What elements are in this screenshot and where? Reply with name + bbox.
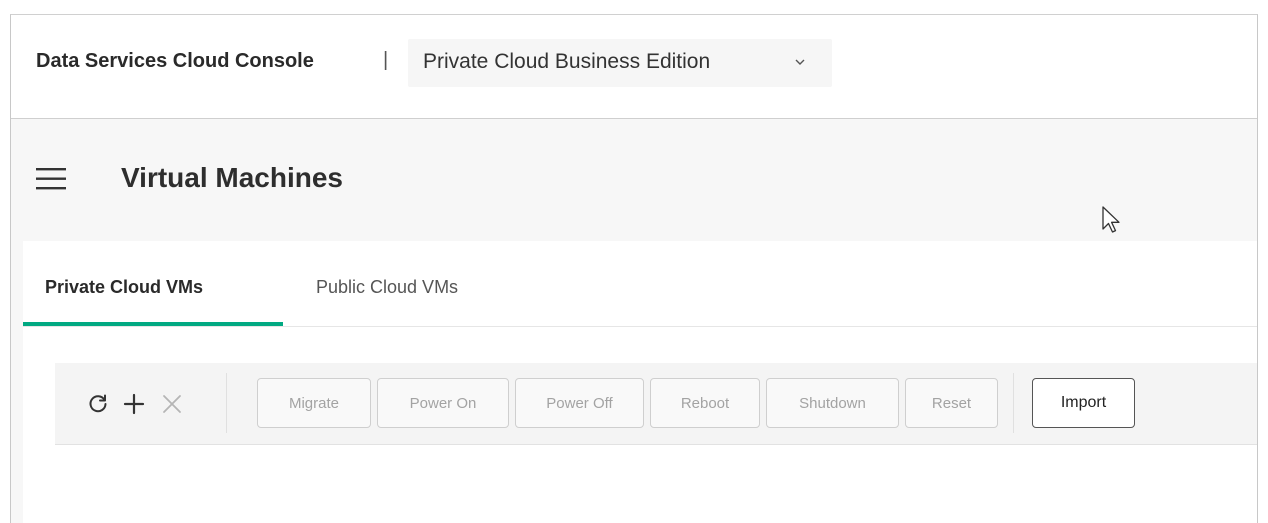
mouse-cursor-icon: [1102, 206, 1120, 233]
edition-select-label: Private Cloud Business Edition: [423, 50, 711, 73]
tab-public-cloud-vms[interactable]: Public Cloud VMs: [316, 277, 458, 298]
toolbar-divider: [226, 373, 227, 433]
power-off-button[interactable]: Power Off: [515, 378, 644, 428]
brand-separator: |: [383, 49, 389, 71]
power-on-button[interactable]: Power On: [377, 378, 509, 428]
page-title: Virtual Machines: [121, 162, 344, 193]
brand-title: Data Services Cloud Console: [36, 50, 314, 72]
vm-tabs: Private Cloud VMs Public Cloud VMs: [23, 241, 1257, 327]
migrate-button[interactable]: Migrate: [257, 378, 371, 428]
vm-toolbar: Migrate Power On Power Off Reboot Shutdo…: [55, 363, 1257, 445]
delete-icon[interactable]: [161, 393, 183, 415]
active-tab-indicator: [23, 322, 283, 326]
hamburger-menu-icon[interactable]: [36, 166, 68, 192]
top-header-bar: Data Services Cloud Console | Private Cl…: [11, 15, 1257, 119]
app-window: Data Services Cloud Console | Private Cl…: [10, 14, 1258, 523]
add-icon[interactable]: [123, 393, 145, 415]
page-header: Virtual Machines: [11, 119, 1257, 241]
vm-content-card: Private Cloud VMs Public Cloud VMs Migra…: [23, 241, 1257, 523]
reboot-button[interactable]: Reboot: [650, 378, 760, 428]
reset-button[interactable]: Reset: [905, 378, 998, 428]
edition-select[interactable]: Private Cloud Business Edition: [408, 39, 832, 87]
tab-private-cloud-vms[interactable]: Private Cloud VMs: [45, 277, 203, 298]
refresh-icon[interactable]: [87, 393, 109, 415]
toolbar-divider: [1013, 373, 1014, 433]
import-button[interactable]: Import: [1032, 378, 1135, 428]
shutdown-button[interactable]: Shutdown: [766, 378, 899, 428]
chevron-down-icon: [795, 59, 805, 65]
